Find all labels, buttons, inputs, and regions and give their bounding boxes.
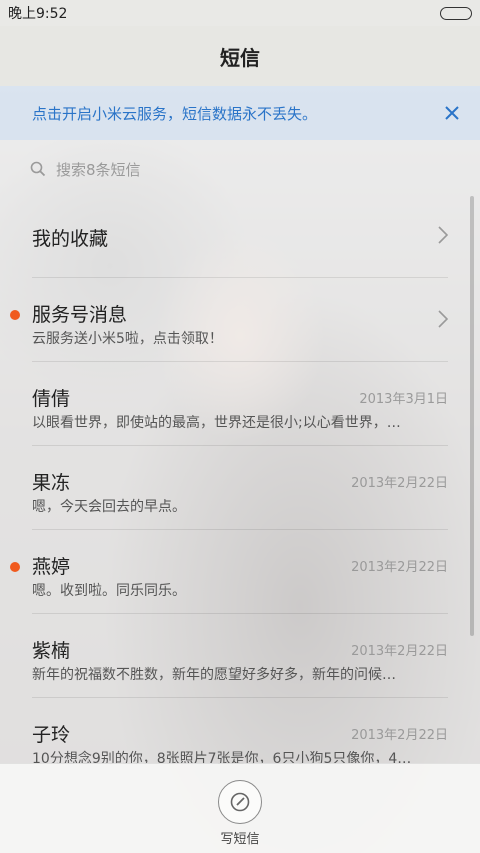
chevron-right-icon (438, 310, 448, 328)
conversation-name: 我的收藏 (32, 228, 109, 250)
status-time: 晚上9:52 (8, 6, 68, 22)
conversation-list: 我的收藏 服务号消息 云服务送小米5啦，点击领取！ 倩倩 2013年3月1日 以… (0, 194, 480, 782)
conversation-preview: 嗯，今天会回去的早点。 (32, 499, 186, 515)
banner-text[interactable]: 点击开启小米云服务，短信数据永不丢失。 (32, 103, 440, 124)
conversation-row[interactable]: 燕婷 2013年2月22日 嗯。收到啦。同乐同乐。 (10, 530, 448, 614)
page-title: 短信 (220, 45, 260, 70)
conversation-name: 倩倩 (32, 388, 71, 410)
conversation-preview: 以眼看世界，即使站的最高，世界还是很小;以心看世界，… (32, 415, 401, 431)
search-icon (30, 161, 46, 177)
conversation-row[interactable]: 倩倩 2013年3月1日 以眼看世界，即使站的最高，世界还是很小;以心看世界，… (32, 362, 448, 446)
conversation-name: 子玲 (32, 724, 71, 746)
conversation-name: 果冻 (32, 472, 71, 494)
scrollbar[interactable] (470, 196, 474, 636)
status-bar: 晚上9:52 (0, 0, 480, 26)
conversation-row-favorites[interactable]: 我的收藏 (32, 194, 448, 278)
conversation-name: 紫楠 (32, 640, 71, 662)
conversation-date: 2013年3月1日 (359, 392, 448, 407)
conversation-date: 2013年2月22日 (351, 644, 448, 659)
unread-dot (10, 562, 20, 572)
battery-icon (440, 6, 472, 20)
search-input[interactable]: 搜索8条短信 (30, 152, 450, 186)
conversation-date: 2013年2月22日 (351, 560, 448, 575)
conversation-name: 服务号消息 (32, 304, 128, 326)
conversation-row-service[interactable]: 服务号消息 云服务送小米5啦，点击领取！ (10, 278, 448, 362)
conversation-name: 燕婷 (32, 556, 71, 578)
compose-label[interactable]: 写短信 (0, 828, 480, 847)
cloud-service-banner[interactable]: 点击开启小米云服务，短信数据永不丢失。 (0, 86, 480, 140)
conversation-row[interactable]: 果冻 2013年2月22日 嗯，今天会回去的早点。 (32, 446, 448, 530)
conversation-preview: 新年的祝福数不胜数，新年的愿望好多好多，新年的问候… (32, 667, 396, 683)
conversation-row[interactable]: 紫楠 2013年2月22日 新年的祝福数不胜数，新年的愿望好多好多，新年的问候… (32, 614, 448, 698)
chevron-right-icon (438, 226, 448, 244)
search-placeholder: 搜索8条短信 (56, 160, 141, 179)
compose-button[interactable] (218, 780, 262, 824)
bottom-bar: 写短信 (0, 763, 480, 853)
conversation-preview: 嗯。收到啦。同乐同乐。 (32, 583, 186, 599)
compose-icon (230, 792, 250, 812)
close-icon[interactable] (440, 101, 464, 125)
conversation-preview: 云服务送小米5啦，点击领取！ (32, 331, 223, 347)
app-header: 短信 (0, 26, 480, 86)
conversation-date: 2013年2月22日 (351, 728, 448, 743)
conversation-date: 2013年2月22日 (351, 476, 448, 491)
unread-dot (10, 310, 20, 320)
